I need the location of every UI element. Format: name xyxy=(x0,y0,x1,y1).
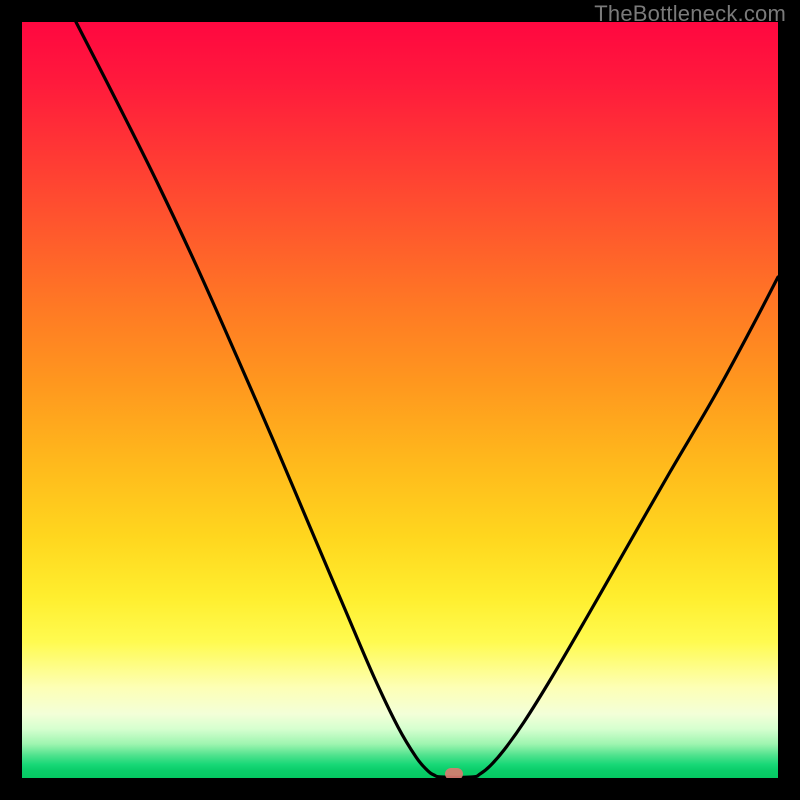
curve-svg xyxy=(22,22,778,778)
bottleneck-curve xyxy=(76,22,778,777)
chart-container: TheBottleneck.com xyxy=(0,0,800,800)
plot-area xyxy=(22,22,778,778)
optimal-marker xyxy=(445,768,463,778)
